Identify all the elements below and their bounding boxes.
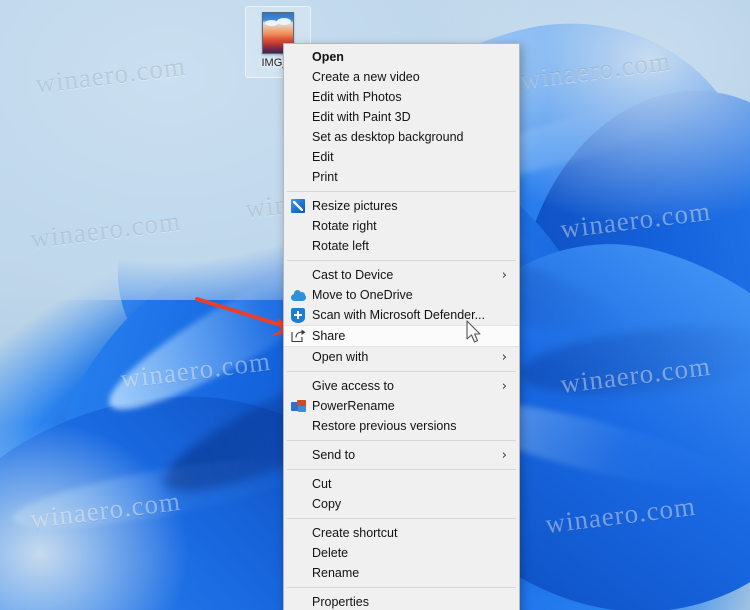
menu-item-edit[interactable]: Edit (284, 147, 519, 167)
menu-icon-slot (284, 236, 312, 256)
menu-item-set-as-desktop-background[interactable]: Set as desktop background (284, 127, 519, 147)
chevron-right-icon: › (501, 349, 507, 365)
share-icon (284, 326, 312, 346)
menu-separator (287, 260, 516, 261)
menu-item-label: Print (312, 170, 338, 184)
menu-separator (287, 371, 516, 372)
resize-pictures-icon (284, 196, 312, 216)
menu-item-label: Open with (312, 350, 369, 364)
menu-item-label: Create a new video (312, 70, 420, 84)
menu-item-label: Cut (312, 477, 332, 491)
menu-item-resize-pictures[interactable]: Resize pictures (284, 196, 519, 216)
menu-item-rotate-left[interactable]: Rotate left (284, 236, 519, 256)
menu-item-cut[interactable]: Cut (284, 474, 519, 494)
menu-item-powerrename[interactable]: PowerRename (284, 396, 519, 416)
menu-item-edit-with-photos[interactable]: Edit with Photos (284, 87, 519, 107)
menu-separator (287, 440, 516, 441)
menu-item-label: Set as desktop background (312, 130, 464, 144)
menu-item-label: Create shortcut (312, 526, 398, 540)
menu-icon-slot (284, 167, 312, 187)
menu-icon-slot (284, 445, 312, 465)
menu-icon-slot (284, 494, 312, 514)
menu-item-create-shortcut[interactable]: Create shortcut (284, 523, 519, 543)
menu-icon-slot (284, 543, 312, 563)
menu-icon-slot (284, 147, 312, 167)
menu-item-label: Rename (312, 566, 360, 580)
chevron-right-icon: › (501, 378, 507, 394)
menu-item-label: Rotate right (312, 219, 377, 233)
menu-item-rename[interactable]: Rename (284, 563, 519, 583)
menu-item-label: Scan with Microsoft Defender... (312, 308, 485, 322)
menu-icon-slot (284, 216, 312, 236)
desktop-screen: winaero.com winaero.com winaero.com wina… (0, 0, 750, 610)
menu-item-label: Copy (312, 497, 342, 511)
menu-item-open[interactable]: Open (284, 47, 519, 67)
menu-item-label: Edit with Photos (312, 90, 402, 104)
menu-item-label: Edit with Paint 3D (312, 110, 411, 124)
chevron-right-icon: › (501, 267, 507, 283)
wallpaper-sky-bottom-left (0, 410, 220, 610)
menu-icon-slot (284, 474, 312, 494)
menu-item-label: PowerRename (312, 399, 395, 413)
chevron-right-icon: › (501, 447, 507, 463)
menu-item-print[interactable]: Print (284, 167, 519, 187)
menu-icon-slot (284, 107, 312, 127)
menu-item-label: Rotate left (312, 239, 369, 253)
menu-separator (287, 587, 516, 588)
menu-icon-slot (284, 67, 312, 87)
menu-item-rotate-right[interactable]: Rotate right (284, 216, 519, 236)
menu-item-share[interactable]: Share (284, 325, 519, 347)
menu-item-label: Give access to (312, 379, 394, 393)
menu-icon-slot (284, 47, 312, 67)
menu-icon-slot (284, 87, 312, 107)
menu-icon-slot (284, 376, 312, 396)
menu-item-label: Send to (312, 448, 356, 462)
menu-item-restore-previous-versions[interactable]: Restore previous versions (284, 416, 519, 436)
menu-separator (287, 518, 516, 519)
menu-item-edit-with-paint-3d[interactable]: Edit with Paint 3D (284, 107, 519, 127)
menu-item-label: Open (312, 50, 344, 64)
menu-item-send-to[interactable]: Send to › (284, 445, 519, 465)
menu-icon-slot (284, 127, 312, 147)
menu-item-properties[interactable]: Properties (284, 592, 519, 610)
menu-item-delete[interactable]: Delete (284, 543, 519, 563)
menu-item-scan-with-microsoft-defender[interactable]: Scan with Microsoft Defender... (284, 305, 519, 325)
menu-icon-slot (284, 563, 312, 583)
menu-item-open-with[interactable]: Open with › (284, 347, 519, 367)
defender-shield-icon (284, 305, 312, 325)
menu-icon-slot (284, 416, 312, 436)
menu-separator (287, 469, 516, 470)
menu-item-label: Cast to Device (312, 268, 394, 282)
menu-icon-slot (284, 592, 312, 610)
menu-separator (287, 191, 516, 192)
menu-item-create-a-new-video[interactable]: Create a new video (284, 67, 519, 87)
menu-icon-slot (284, 347, 312, 367)
powerrename-icon (284, 396, 312, 416)
menu-item-label: Restore previous versions (312, 419, 457, 433)
menu-icon-slot (284, 523, 312, 543)
menu-item-label: Edit (312, 150, 334, 164)
menu-item-move-to-onedrive[interactable]: Move to OneDrive (284, 285, 519, 305)
menu-item-copy[interactable]: Copy (284, 494, 519, 514)
menu-item-give-access-to[interactable]: Give access to › (284, 376, 519, 396)
menu-item-label: Delete (312, 546, 349, 560)
menu-item-label: Properties (312, 595, 369, 609)
onedrive-cloud-icon (284, 285, 312, 305)
menu-icon-slot (284, 265, 312, 285)
menu-item-cast-to-device[interactable]: Cast to Device › (284, 265, 519, 285)
context-menu[interactable]: Open Create a new video Edit with Photos… (283, 43, 520, 610)
menu-item-label: Resize pictures (312, 199, 398, 213)
menu-item-label: Move to OneDrive (312, 288, 413, 302)
menu-item-label: Share (312, 329, 346, 343)
